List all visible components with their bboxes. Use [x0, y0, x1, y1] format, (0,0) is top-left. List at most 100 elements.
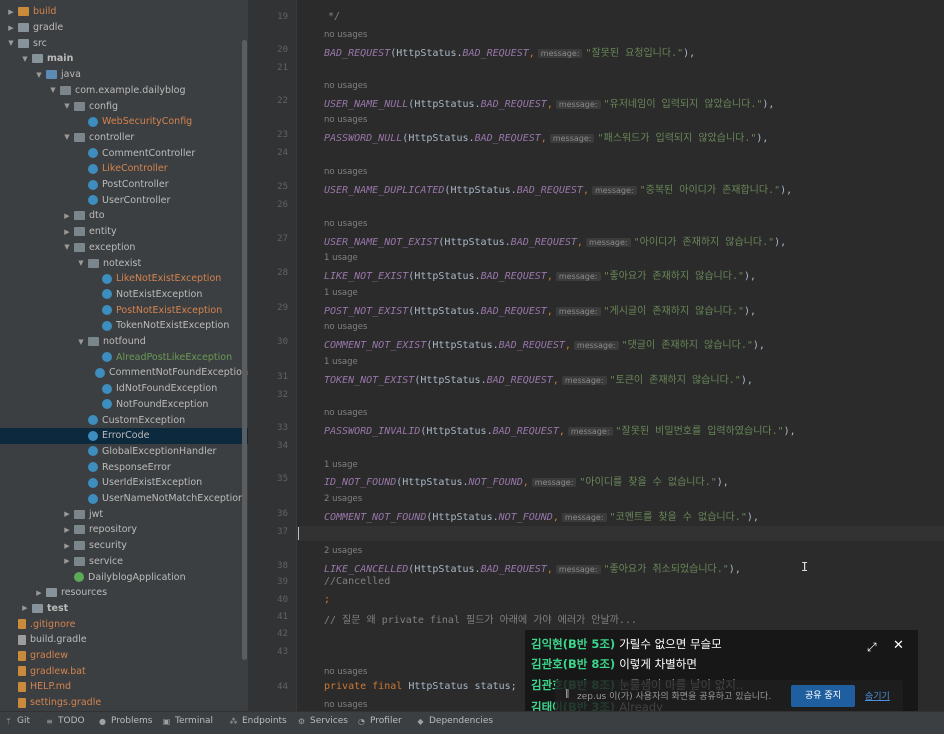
tree-item[interactable]: ▼ main [0, 51, 248, 67]
tree-item[interactable]: ▼ notexist [0, 255, 248, 271]
chevron-down-icon[interactable]: ▼ [34, 71, 44, 79]
line-number: 32 [277, 390, 288, 400]
chevron-right-icon[interactable]: ▶ [20, 604, 30, 612]
tree-item[interactable]: ▼ notfound [0, 334, 248, 350]
enum-constant-line[interactable]: BAD_REQUEST(HttpStatus.BAD_REQUEST, messa… [324, 44, 695, 59]
tree-item[interactable]: WebSecurityConfig [0, 114, 248, 130]
tree-item[interactable]: GlobalExceptionHandler [0, 444, 248, 460]
chevron-right-icon[interactable]: ▶ [62, 542, 72, 550]
comment-line[interactable]: //Cancelled [324, 576, 390, 587]
code-editor[interactable]: 19 20 21 22 23 24 25 26 27 28 29 30 31 32 33 34 35 36 37 38… [248, 0, 944, 711]
tree-item[interactable]: ▶ repository [0, 522, 248, 538]
expand-icon[interactable]: ⤢ [867, 640, 877, 655]
tree-item[interactable]: LikeController [0, 161, 248, 177]
enum-constant-line[interactable]: PASSWORD_NULL(HttpStatus.BAD_REQUEST, mes… [324, 129, 768, 144]
tree-item[interactable]: UserNameNotMatchException [0, 491, 248, 507]
enum-constant-line[interactable]: USER_NAME_NULL(HttpStatus.BAD_REQUEST, me… [324, 95, 774, 110]
tree-item[interactable]: UserController [0, 192, 248, 208]
tree-item[interactable]: DailyblogApplication [0, 569, 248, 585]
comment-line[interactable]: // 질문 왜 private final 필드가 아래에 가야 에러가 안날까… [324, 611, 637, 626]
tree-item[interactable]: build.gradle [0, 632, 248, 648]
tree-item[interactable]: PostController [0, 177, 248, 193]
tool-window-button[interactable]: ⁂ Endpoints [229, 716, 287, 726]
tree-item[interactable]: ▶ service [0, 554, 248, 570]
enum-constant-line[interactable]: COMMENT_NOT_FOUND(HttpStatus.NOT_FOUND, m… [324, 508, 759, 523]
tool-window-button[interactable]: ≡ TODO [45, 716, 84, 726]
tool-window-button[interactable]: ◔ Profiler [357, 716, 402, 726]
chevron-right-icon[interactable]: ▶ [6, 24, 16, 32]
tree-item[interactable]: CommentController [0, 145, 248, 161]
tree-item[interactable]: .gitignore [0, 616, 248, 632]
tree-item[interactable]: gradlew.bat [0, 663, 248, 679]
tree-item[interactable]: ▶ test [0, 601, 248, 617]
tree-item[interactable]: ▼ src [0, 35, 248, 51]
tree-item[interactable]: ▼ exception [0, 240, 248, 256]
field-declaration-line[interactable]: private final HttpStatus status; [324, 681, 517, 692]
tree-item[interactable]: ▶ dto [0, 208, 248, 224]
tree-item[interactable]: IdNotFoundException [0, 381, 248, 397]
chevron-right-icon[interactable]: ▶ [6, 8, 16, 16]
comma: , [552, 375, 559, 386]
chat-message-text: 가릴수 없으면 무슬모 [619, 637, 722, 651]
enum-constant-line[interactable]: ID_NOT_FOUND(HttpStatus.NOT_FOUND, messag… [324, 473, 729, 488]
semicolon-line[interactable]: ; [324, 594, 330, 605]
tree-item[interactable]: ▼ config [0, 98, 248, 114]
tool-window-button[interactable]: ᛘ Git [4, 716, 30, 726]
tree-item[interactable]: NotExistException [0, 287, 248, 303]
tree-item[interactable]: ▼ com.example.dailyblog [0, 83, 248, 99]
enum-constant-line[interactable]: PASSWORD_INVALID(HttpStatus.BAD_REQUEST,… [324, 422, 796, 437]
tool-window-button[interactable]: ◆ Dependencies [416, 716, 493, 726]
enum-constant-line[interactable]: COMMENT_NOT_EXIST(HttpStatus.BAD_REQUEST… [324, 336, 765, 351]
http-status-class: HttpStatus [408, 133, 469, 144]
tree-item[interactable]: gradlew [0, 648, 248, 664]
tool-window-button[interactable]: ⚙ Services [297, 716, 348, 726]
tree-item[interactable]: ▼ controller [0, 130, 248, 146]
tree-item[interactable]: UserIdExistException [0, 475, 248, 491]
enum-constant-line[interactable]: LIKE_NOT_EXIST(HttpStatus.BAD_REQUEST, me… [324, 267, 756, 282]
chevron-right-icon[interactable]: ▶ [62, 212, 72, 220]
tree-item[interactable]: TokenNotExistException [0, 318, 248, 334]
project-tree[interactable]: ▶ build ▶ gradle ▼ src ▼ main ▼ java ▼ com.example.… [0, 0, 248, 711]
tree-item[interactable]: ▼ java [0, 67, 248, 83]
tree-item[interactable]: ▶ jwt [0, 506, 248, 522]
chevron-right-icon[interactable]: ▶ [34, 589, 44, 597]
chevron-down-icon[interactable]: ▼ [6, 39, 16, 47]
chevron-right-icon[interactable]: ▶ [62, 526, 72, 534]
chevron-down-icon[interactable]: ▼ [62, 133, 72, 141]
chevron-down-icon[interactable]: ▼ [20, 55, 30, 63]
enum-constant-line[interactable]: LIKE_CANCELLED(HttpStatus.BAD_REQUEST, me… [324, 560, 741, 575]
close-icon[interactable]: ✕ [893, 638, 904, 653]
chevron-down-icon[interactable]: ▼ [62, 243, 72, 251]
tree-item[interactable]: HELP.md [0, 679, 248, 695]
tree-scrollbar[interactable] [242, 40, 247, 660]
stop-sharing-button[interactable]: 공유 중지 [791, 685, 855, 707]
enum-constant-line[interactable]: TOKEN_NOT_EXIST(HttpStatus.BAD_REQUEST, m… [324, 371, 753, 386]
tree-item[interactable]: LikeNotExistException [0, 271, 248, 287]
chevron-down-icon[interactable]: ▼ [48, 86, 58, 94]
tree-item[interactable]: ▶ gradle [0, 20, 248, 36]
tool-window-button[interactable]: ▣ Terminal [162, 716, 213, 726]
tree-item[interactable]: AlreadPostLikeException [0, 349, 248, 365]
chevron-down-icon[interactable]: ▼ [62, 102, 72, 110]
tree-item[interactable]: NotFoundException [0, 397, 248, 413]
enum-constant-line[interactable]: POST_NOT_EXIST(HttpStatus.BAD_REQUEST, me… [324, 302, 756, 317]
chevron-right-icon[interactable]: ▶ [62, 557, 72, 565]
chevron-down-icon[interactable]: ▼ [76, 338, 86, 346]
chevron-right-icon[interactable]: ▶ [62, 510, 72, 518]
enum-constant-line[interactable]: USER_NAME_DUPLICATED(HttpStatus.BAD_REQU… [324, 181, 792, 196]
tree-item[interactable]: ▶ resources [0, 585, 248, 601]
tree-item[interactable]: CommentNotFoundException [0, 365, 248, 381]
chevron-down-icon[interactable]: ▼ [76, 259, 86, 267]
chevron-right-icon[interactable]: ▶ [62, 228, 72, 236]
tool-window-button[interactable]: ● Problems [98, 716, 152, 726]
tree-item[interactable]: ErrorCode [0, 427, 248, 444]
enum-constant-line[interactable]: USER_NAME_NOT_EXIST(HttpStatus.BAD_REQUE… [324, 233, 786, 248]
tree-item[interactable]: ResponseError [0, 459, 248, 475]
hide-link[interactable]: 숨기기 [865, 689, 890, 702]
tree-item[interactable]: ▶ security [0, 538, 248, 554]
tree-item[interactable]: settings.gradle [0, 695, 248, 711]
tree-item[interactable]: PostNotExistException [0, 302, 248, 318]
tree-item[interactable]: ▶ entity [0, 224, 248, 240]
tree-item[interactable]: CustomException [0, 412, 248, 428]
tree-item[interactable]: ▶ build [0, 4, 248, 20]
